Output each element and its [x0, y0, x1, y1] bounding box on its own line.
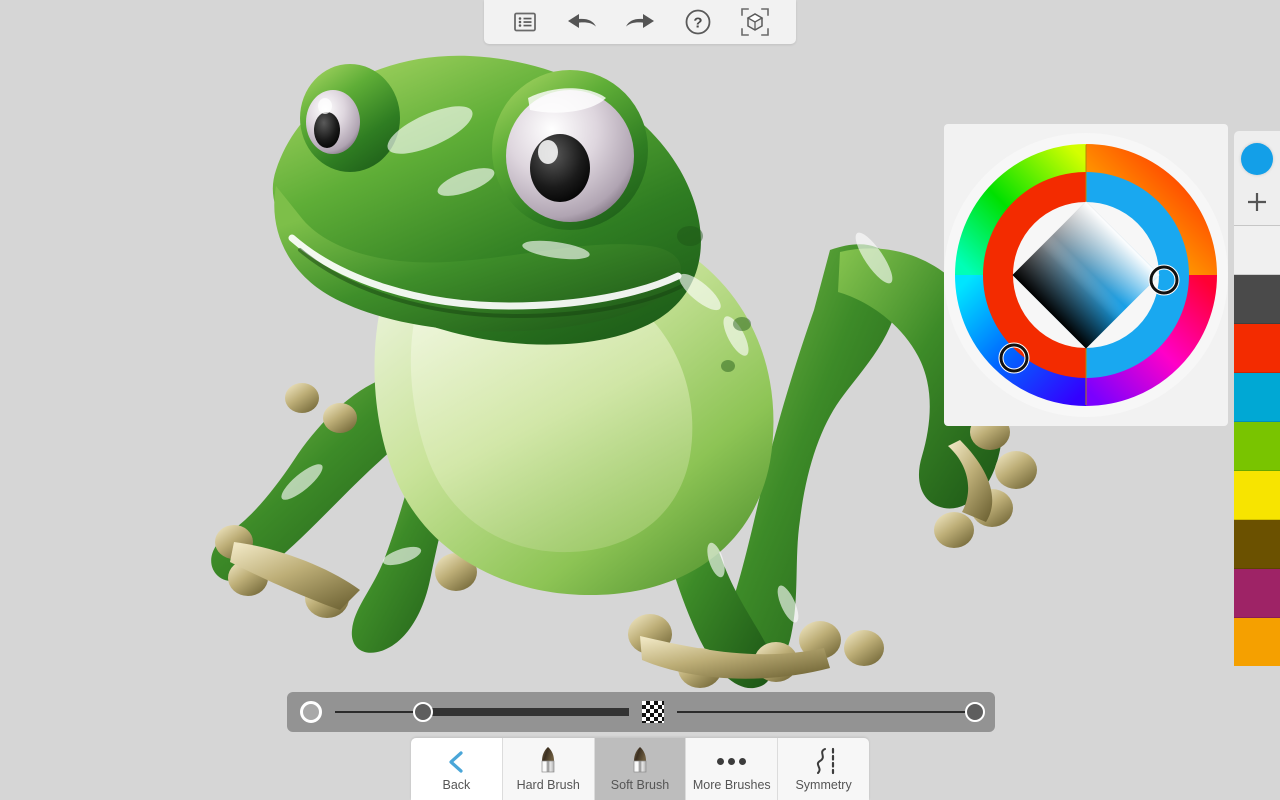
redo-button[interactable] [619, 5, 661, 39]
tab-more-brushes-label: More Brushes [692, 778, 771, 792]
checkerboard-icon[interactable] [639, 698, 667, 726]
reframe-button[interactable] [734, 5, 776, 39]
swatch-orange[interactable] [1234, 618, 1280, 666]
tab-symmetry[interactable]: Symmetry [778, 738, 869, 800]
swatch-dark-gray[interactable] [1234, 275, 1280, 324]
tab-soft-brush-label: Soft Brush [610, 778, 670, 792]
palette-header [1234, 131, 1280, 226]
opacity-thumb[interactable] [965, 702, 985, 722]
swatch-green[interactable] [1234, 422, 1280, 471]
redo-arrow-icon [625, 14, 654, 28]
plus-icon [1248, 193, 1266, 211]
back-button[interactable]: Back [411, 738, 503, 800]
tab-symmetry-label: Symmetry [795, 778, 852, 792]
brush-icon [535, 746, 561, 776]
opacity-track[interactable] [677, 698, 985, 726]
layers-list-icon[interactable] [504, 5, 546, 39]
back-button-label: Back [442, 778, 471, 792]
swatch-white[interactable] [1234, 226, 1280, 275]
brush-size-track[interactable] [335, 698, 629, 726]
tab-soft-brush[interactable]: Soft Brush [594, 738, 687, 800]
brush-icon [633, 747, 647, 773]
color-wheel-graphic[interactable] [944, 124, 1228, 426]
app-window: ? Back Hard Brush Soft Brush More Brushe… [0, 0, 1280, 800]
list-icon [513, 12, 536, 32]
symmetry-icon [809, 746, 839, 776]
three-dots-icon [717, 746, 747, 776]
swatch-list [1234, 226, 1280, 666]
circle-outline-icon[interactable] [297, 698, 325, 726]
svg-text:?: ? [693, 15, 702, 32]
swatch-olive[interactable] [1234, 520, 1280, 569]
swatch-yellow[interactable] [1234, 471, 1280, 520]
add-color-button[interactable] [1234, 179, 1280, 225]
top-toolbar: ? [484, 0, 796, 44]
color-palette-strip [1234, 131, 1280, 666]
three-dots-icon [717, 746, 747, 776]
brush-size-thumb[interactable] [413, 702, 434, 722]
chevron-left-icon [449, 751, 463, 773]
question-mark-icon: ? [685, 9, 710, 35]
brush-size-track-fill [423, 708, 629, 716]
swatch-cyan[interactable] [1234, 373, 1280, 422]
help-button[interactable]: ? [677, 5, 719, 39]
opacity-track-line [677, 711, 975, 713]
tab-hard-brush[interactable]: Hard Brush [502, 738, 595, 800]
brush-size-slider[interactable] [287, 692, 639, 732]
brush-settings-slider-bar [287, 692, 995, 732]
brush-icon [627, 746, 653, 776]
brush-icon [541, 747, 555, 773]
brush-tool-tabs: Back Hard Brush Soft Brush More Brushes Symm… [411, 738, 869, 800]
undo-arrow-icon [568, 14, 597, 28]
swatch-red[interactable] [1234, 324, 1280, 373]
current-color-swatch[interactable] [1241, 143, 1273, 175]
cube-brackets-icon [741, 8, 769, 36]
symmetry-icon [816, 747, 834, 775]
undo-button[interactable] [561, 5, 603, 39]
chevron-left-icon [443, 746, 469, 776]
color-wheel-popover[interactable] [944, 124, 1228, 426]
swatch-magenta[interactable] [1234, 569, 1280, 618]
tab-more-brushes[interactable]: More Brushes [686, 738, 779, 800]
tab-hard-brush-label: Hard Brush [516, 778, 580, 792]
opacity-slider[interactable] [639, 692, 985, 732]
